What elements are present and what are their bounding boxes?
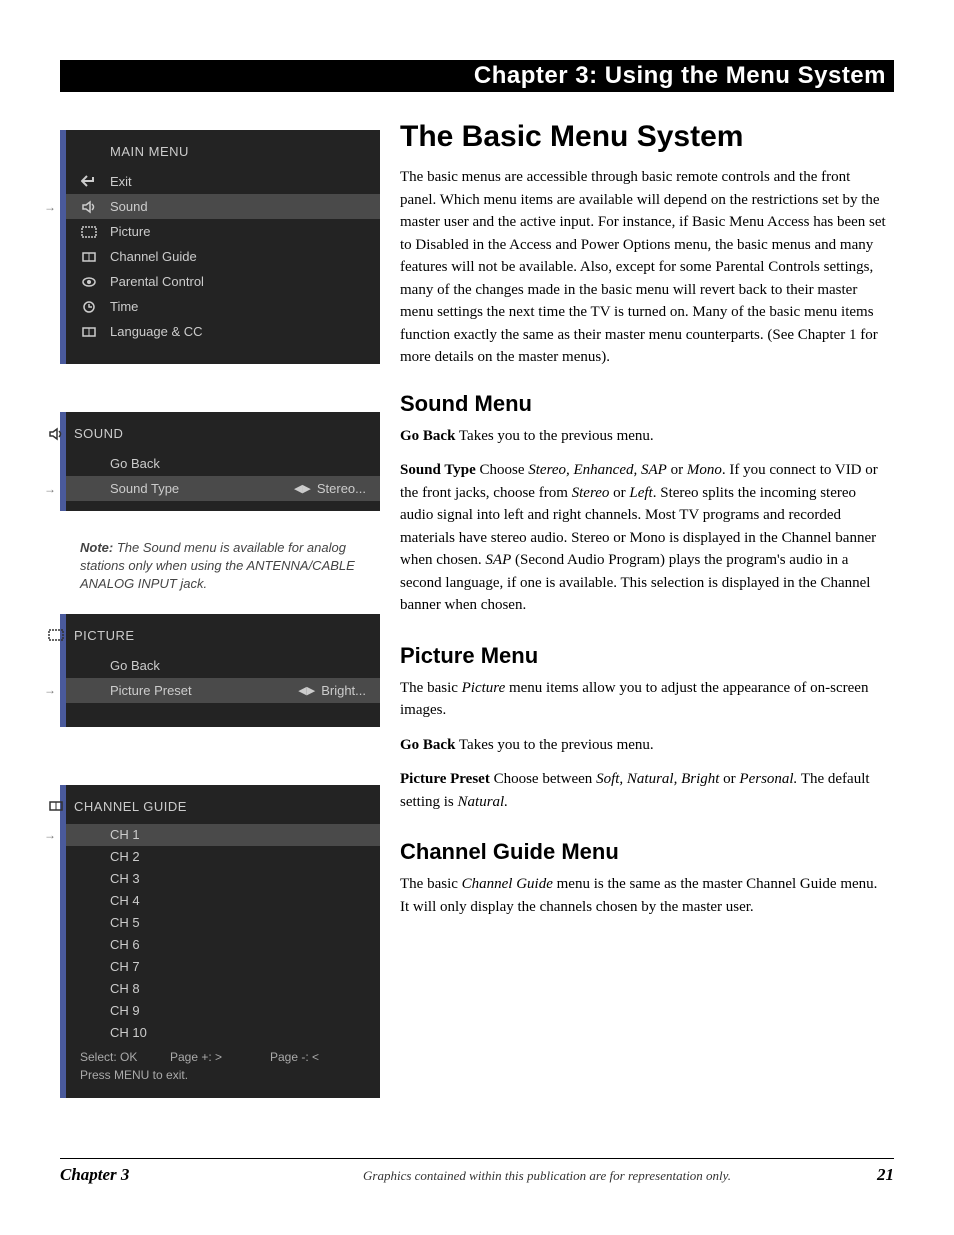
channel-row[interactable]: CH 5 [66,912,380,934]
sound-icon [78,200,100,214]
footer-disclaimer: Graphics contained within this publicati… [260,1168,834,1184]
picture-intro: The basic Picture menu items allow you t… [400,677,890,722]
channel-hint-exit: Press MENU to exit. [66,1064,380,1088]
menu-item-label: Sound [100,199,380,214]
menu-item-label: Picture [100,224,380,239]
sound-go-back[interactable]: Go Back [66,451,380,476]
menu-item-language[interactable]: Language & CC [66,319,380,344]
channel-row[interactable]: CH 4 [66,890,380,912]
sound-panel-title: SOUND [66,412,380,451]
row-label: Sound Type [78,481,294,496]
note-body: The Sound menu is available for analog s… [80,540,355,591]
picture-menu-heading: Picture Menu [400,643,890,669]
article-intro: The basic menus are accessible through b… [400,166,890,369]
channel-label: CH 4 [78,893,380,908]
picture-preset-def: Picture Preset Choose between Soft, Natu… [400,768,890,813]
sound-type-def: Sound Type Choose Stereo, Enhanced, SAP … [400,459,890,617]
row-label: Go Back [78,456,380,471]
channel-row[interactable]: CH 2 [66,846,380,868]
footer-chapter: Chapter 3 [60,1165,260,1185]
sound-goback-def: Go Back Takes you to the previous menu. [400,425,890,448]
picture-goback-def: Go Back Takes you to the previous menu. [400,734,890,757]
channel-label: CH 10 [78,1025,380,1040]
guide-icon [78,325,100,339]
guide-icon [78,250,100,264]
hint-select: Select: OK [80,1050,170,1064]
sound-note: Note: The Sound menu is available for an… [60,529,380,614]
picture-icon [48,628,64,642]
channel-hints: Select: OK Page +: > Page -: < [66,1044,380,1064]
menu-item-time[interactable]: Time [66,294,380,319]
menu-item-label: Language & CC [100,324,380,339]
picture-preset-row[interactable]: Picture Preset ◀▶ Bright... [66,678,380,703]
picture-panel-title: PICTURE [66,614,380,653]
menu-item-picture[interactable]: Picture [66,219,380,244]
menu-item-label: Time [100,299,380,314]
menu-item-parental[interactable]: Parental Control [66,269,380,294]
picture-icon [78,225,100,239]
sound-menu-heading: Sound Menu [400,391,890,417]
row-label: Go Back [78,658,380,673]
menu-item-label: Parental Control [100,274,380,289]
channel-guide-title: CHANNEL GUIDE [66,785,380,824]
note-prefix: Note: [80,540,113,555]
channel-row[interactable]: CH 9 [66,1000,380,1022]
sound-icon [48,427,64,441]
menu-item-label: Exit [100,174,380,189]
footer-page-number: 21 [834,1165,894,1185]
hint-page-up: Page +: > [170,1050,270,1064]
article-column: The Basic Menu System The basic menus ar… [400,120,890,930]
channel-label: CH 5 [78,915,380,930]
left-right-arrows-icon: ◀▶ [294,482,317,495]
channel-guide-panel: CHANNEL GUIDE CH 1 CH 2 CH 3 CH 4 CH 5 C… [60,785,380,1098]
channel-label: CH 6 [78,937,380,952]
row-label: Picture Preset [78,683,298,698]
left-column: MAIN MENU Exit Sound Picture Channel Gui… [60,130,380,1116]
menu-item-sound[interactable]: Sound [66,194,380,219]
row-value: Stereo... [317,481,380,496]
channel-label: CH 3 [78,871,380,886]
chapter-header: Chapter 3: Using the Menu System [60,60,894,92]
sound-panel: SOUND Go Back Sound Type ◀▶ Stereo... [60,412,380,511]
clock-icon [78,300,100,314]
left-right-arrows-icon: ◀▶ [298,684,321,697]
back-arrow-icon [78,175,100,189]
channel-label: CH 8 [78,981,380,996]
guide-icon [48,799,64,813]
article-title: The Basic Menu System [400,120,890,154]
menu-item-label: Channel Guide [100,249,380,264]
channel-row[interactable]: CH 8 [66,978,380,1000]
row-value: Bright... [321,683,380,698]
picture-panel: PICTURE Go Back Picture Preset ◀▶ Bright… [60,614,380,727]
channel-label: CH 7 [78,959,380,974]
channel-row[interactable]: CH 10 [66,1022,380,1044]
hint-page-down: Page -: < [270,1050,319,1064]
eye-icon [78,275,100,289]
menu-item-channel-guide[interactable]: Channel Guide [66,244,380,269]
channel-row[interactable]: CH 3 [66,868,380,890]
page-footer: Chapter 3 Graphics contained within this… [60,1158,894,1185]
channel-guide-body: The basic Channel Guide menu is the same… [400,873,890,918]
picture-go-back[interactable]: Go Back [66,653,380,678]
main-menu-title: MAIN MENU [66,130,380,169]
sound-type-row[interactable]: Sound Type ◀▶ Stereo... [66,476,380,501]
channel-label: CH 9 [78,1003,380,1018]
channel-label: CH 2 [78,849,380,864]
channel-row[interactable]: CH 7 [66,956,380,978]
channel-label: CH 1 [78,827,380,842]
channel-row[interactable]: CH 1 [66,824,380,846]
channel-guide-heading: Channel Guide Menu [400,839,890,865]
main-menu-panel: MAIN MENU Exit Sound Picture Channel Gui… [60,130,380,364]
channel-row[interactable]: CH 6 [66,934,380,956]
menu-item-exit[interactable]: Exit [66,169,380,194]
